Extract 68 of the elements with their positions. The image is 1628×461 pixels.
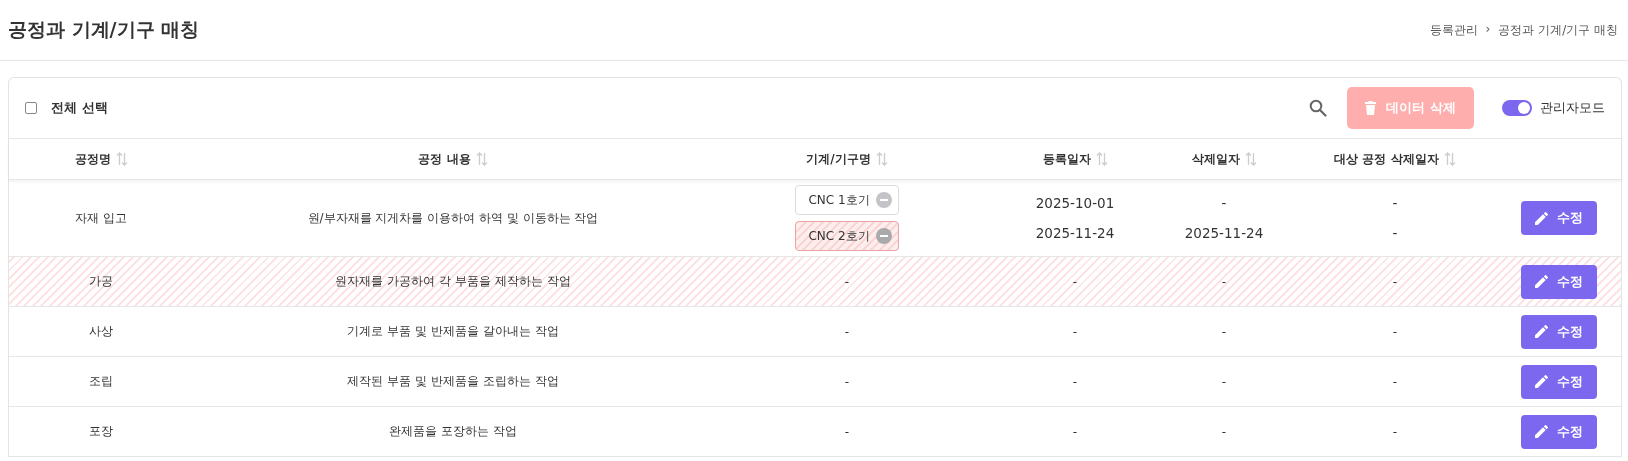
table-cell: -: [844, 374, 850, 389]
table-cell: -: [1392, 274, 1398, 289]
table-cell: -: [1221, 324, 1227, 339]
deleted-date: 2025-11-24: [1184, 225, 1264, 241]
table-cell: -: [1072, 374, 1078, 389]
process-name: 사상: [89, 323, 113, 340]
column-header[interactable]: 등록일자: [1042, 150, 1091, 168]
pencil-icon: [1535, 375, 1548, 388]
registered-date: 2025-10-01: [1035, 195, 1115, 211]
table-cell: -: [844, 274, 850, 289]
pencil-icon: [1535, 275, 1548, 288]
pencil-icon: [1535, 325, 1548, 338]
select-all-label: 전체 선택: [51, 99, 108, 117]
table-cell: -: [1392, 374, 1398, 389]
process-description: 기계로 부품 및 반제품을 갈아내는 작업: [347, 323, 559, 340]
page-title: 공정과 기계/기구 매칭: [8, 17, 200, 42]
process-name: 조립: [89, 373, 113, 390]
table-cell: -: [1221, 424, 1227, 439]
process-description: 제작된 부품 및 반제품을 조립하는 작업: [347, 373, 559, 390]
select-all-checkbox[interactable]: [25, 102, 37, 114]
edit-button[interactable]: 수정: [1521, 314, 1597, 349]
pencil-icon: [1535, 211, 1548, 225]
admin-mode-toggle[interactable]: [1502, 100, 1532, 116]
column-header[interactable]: 기계/기구명: [806, 150, 871, 168]
table-cell: -: [1392, 324, 1398, 339]
deleted-date: -: [1221, 195, 1227, 211]
table-cell: -: [844, 324, 850, 339]
trash-icon: [1365, 101, 1377, 115]
edit-button[interactable]: 수정: [1521, 201, 1597, 235]
process-description: 원자재를 가공하여 각 부품을 제작하는 작업: [335, 273, 571, 290]
search-icon[interactable]: [1309, 99, 1328, 117]
process-name: 포장: [89, 423, 113, 440]
breadcrumb-item[interactable]: 등록관리: [1429, 21, 1478, 39]
sort-icon[interactable]: [475, 152, 488, 166]
sort-icon[interactable]: [875, 152, 888, 166]
table-cell: -: [1072, 424, 1078, 439]
process-deleted-date: -: [1392, 225, 1398, 241]
process-name: 가공: [89, 273, 113, 290]
registered-date: 2025-11-24: [1035, 225, 1115, 241]
breadcrumb-separator: ›: [1485, 21, 1491, 38]
remove-icon[interactable]: [875, 192, 892, 208]
table-cell: -: [844, 424, 850, 439]
column-header[interactable]: 대상 공정 삭제일자: [1334, 150, 1439, 168]
pencil-icon: [1535, 425, 1548, 438]
sort-icon[interactable]: [1095, 152, 1108, 166]
sort-icon[interactable]: [115, 152, 128, 166]
edit-button[interactable]: 수정: [1521, 264, 1597, 299]
sort-icon[interactable]: [1443, 152, 1456, 166]
sort-icon[interactable]: [1244, 152, 1257, 166]
table-cell: -: [1392, 424, 1398, 439]
column-header[interactable]: 삭제일자: [1191, 150, 1240, 168]
table-cell: -: [1072, 274, 1078, 289]
process-deleted-date: -: [1392, 195, 1398, 211]
edit-button[interactable]: 수정: [1521, 364, 1597, 399]
breadcrumb-item: 공정과 기계/기구 매칭: [1498, 21, 1618, 39]
edit-button[interactable]: 수정: [1521, 414, 1597, 449]
process-description: 원/부자재를 지게차를 이용하여 하역 및 이동하는 작업: [307, 209, 599, 227]
table-cell: -: [1072, 324, 1078, 339]
remove-icon[interactable]: [875, 228, 892, 244]
process-description: 완제품을 포장하는 작업: [389, 423, 517, 440]
machine-chip[interactable]: CNC 1호기: [795, 185, 899, 215]
table-cell: -: [1221, 274, 1227, 289]
admin-mode-label: 관리자모드: [1540, 99, 1605, 117]
table-cell: -: [1221, 374, 1227, 389]
column-header[interactable]: 공정 내용: [418, 150, 471, 168]
process-name: 자재 입고: [75, 209, 127, 227]
column-header[interactable]: 공정명: [74, 150, 111, 168]
machine-chip[interactable]: CNC 2호기: [795, 221, 899, 251]
